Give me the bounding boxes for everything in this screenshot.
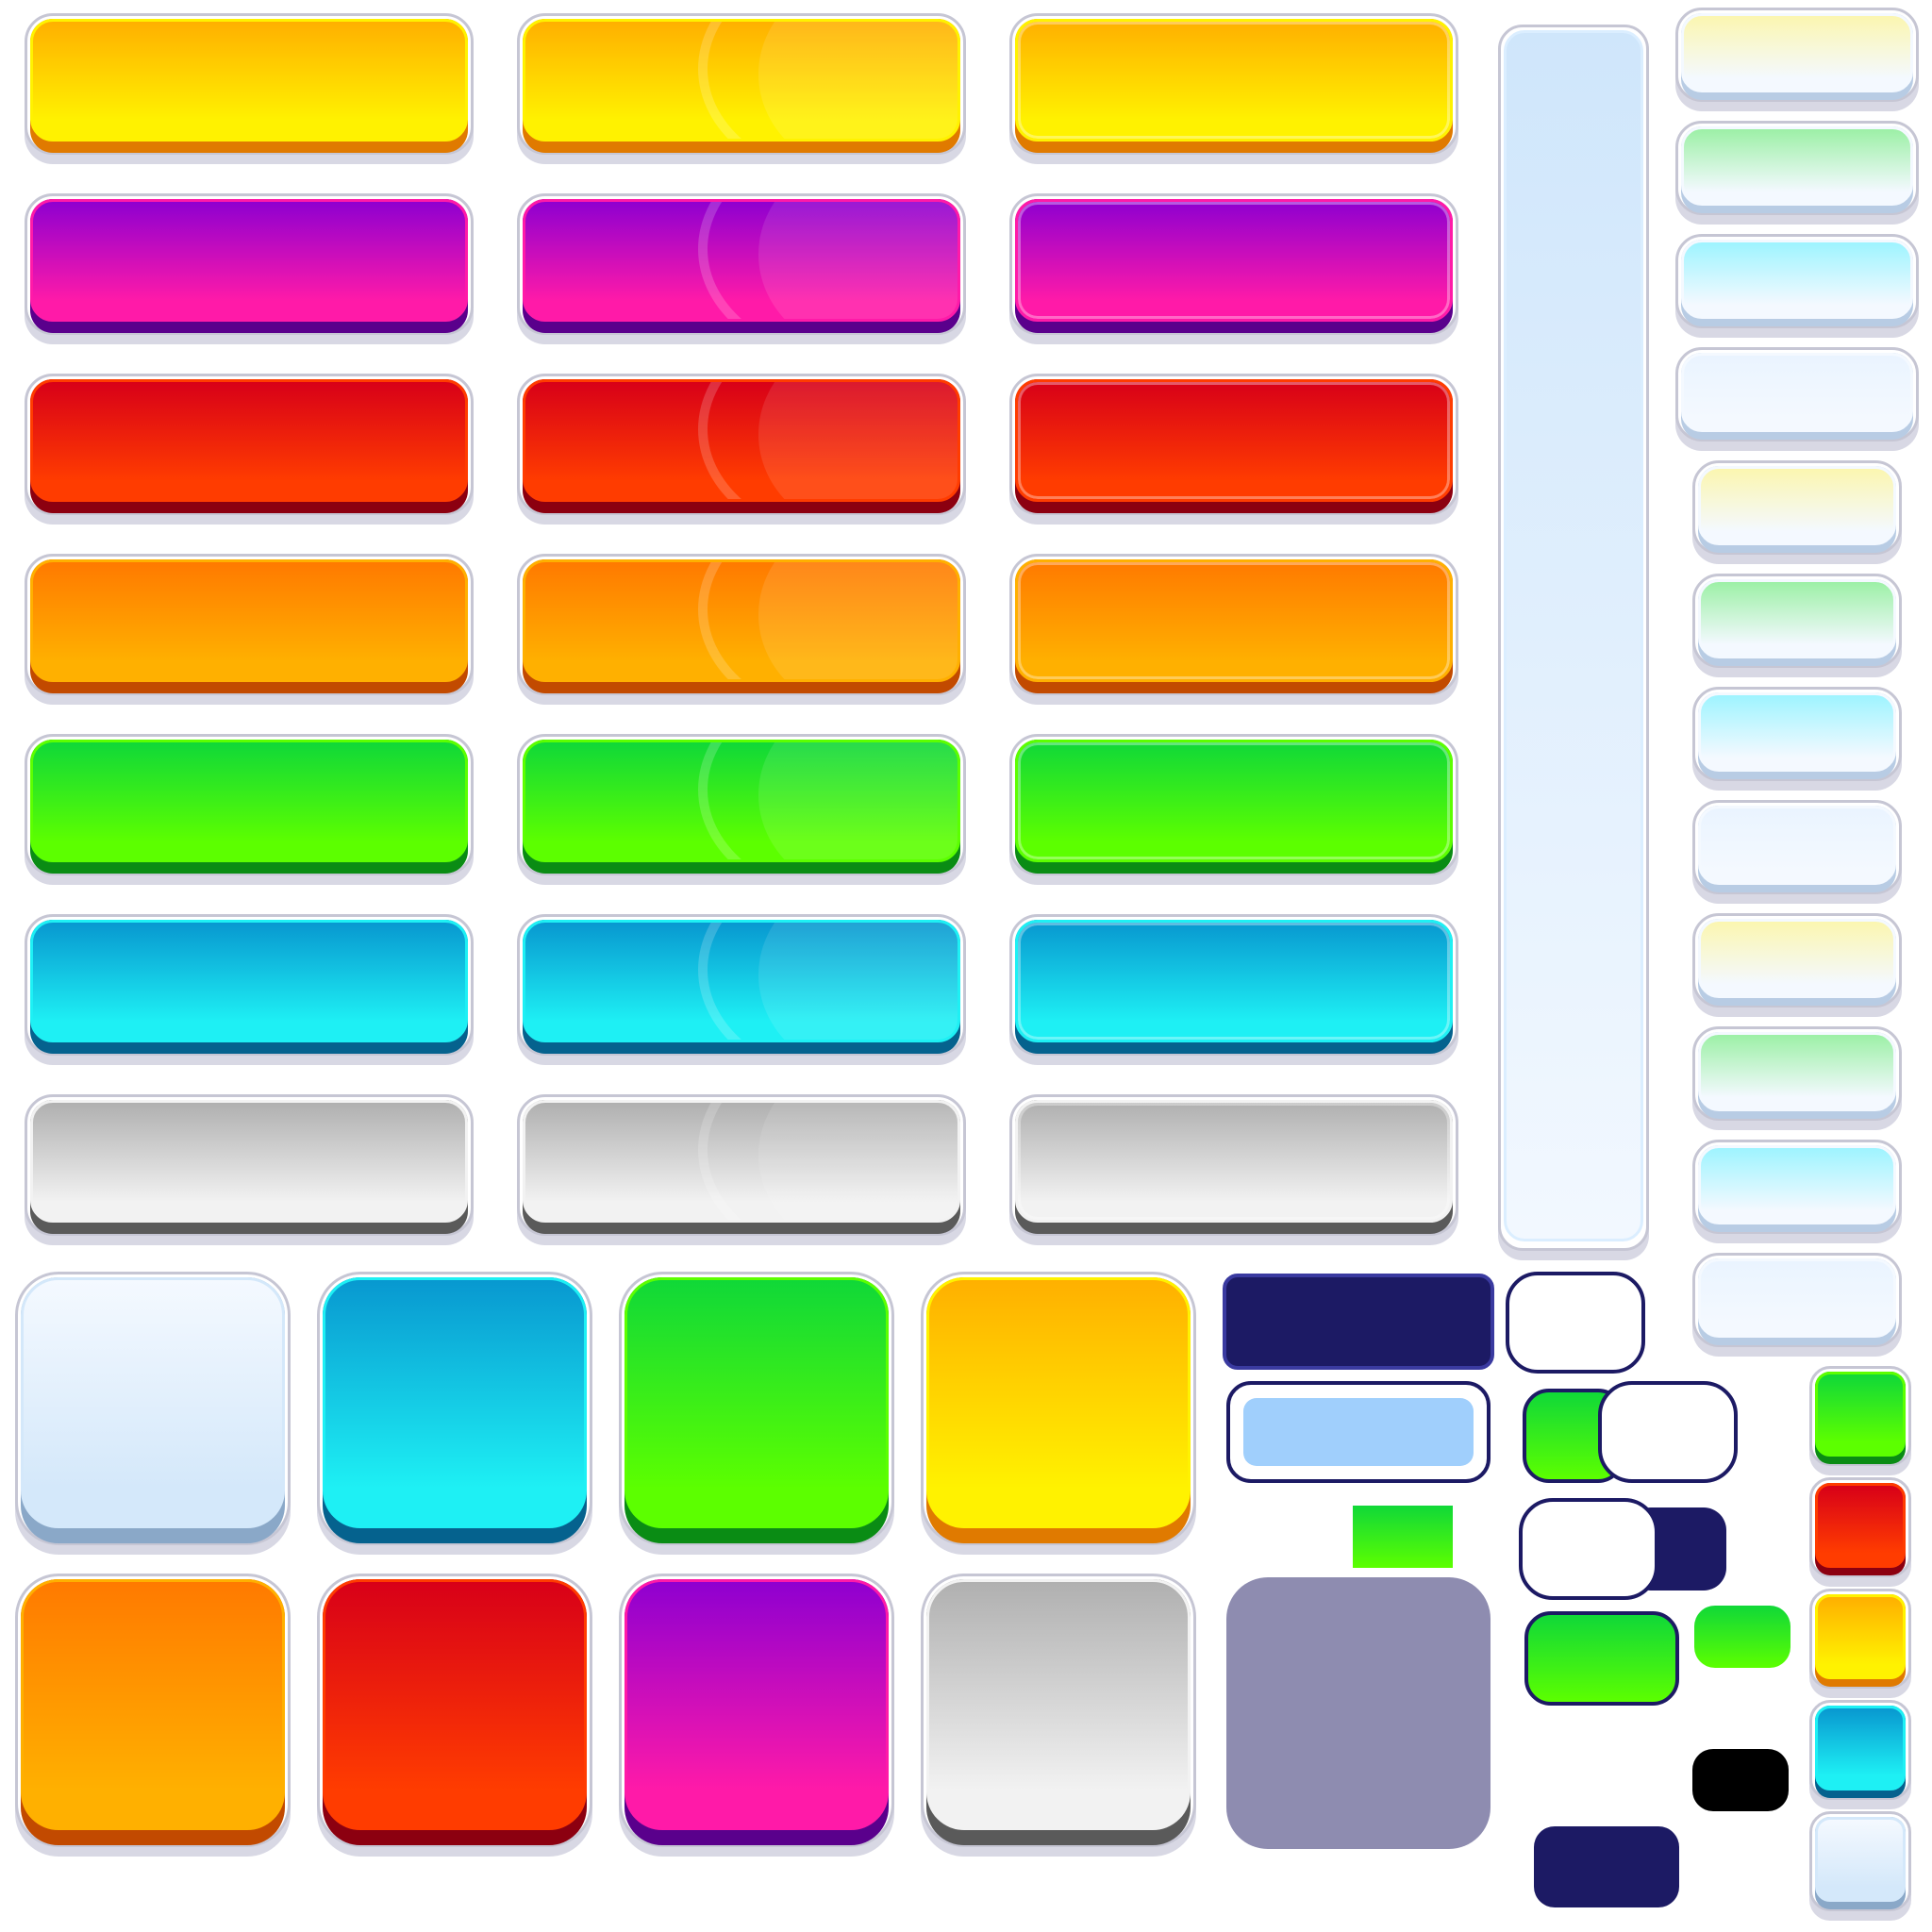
small-square-yellow[interactable]: [1809, 1589, 1911, 1689]
green-small-rect: [1353, 1506, 1453, 1568]
side-button-9[interactable]: [1692, 913, 1902, 1008]
side-button-6[interactable]: [1692, 574, 1902, 668]
light-blue-field[interactable]: [1226, 1381, 1491, 1483]
side-button-1[interactable]: [1675, 8, 1919, 102]
toggle-off-knob[interactable]: [1519, 1498, 1658, 1600]
white-pill[interactable]: [1506, 1272, 1645, 1374]
side-button-5[interactable]: [1692, 460, 1902, 555]
green-button-style-2[interactable]: [517, 734, 966, 875]
small-square-cyan[interactable]: [1809, 1700, 1911, 1800]
green-button-style-3[interactable]: [1009, 734, 1458, 875]
cyan-button-style-2[interactable]: [517, 914, 966, 1056]
square-button-orange-bottom[interactable]: [15, 1574, 291, 1847]
gray-button-style-3[interactable]: [1009, 1094, 1458, 1236]
green-small-pill[interactable]: [1694, 1606, 1790, 1668]
side-button-11[interactable]: [1692, 1140, 1902, 1234]
side-button-8[interactable]: [1692, 800, 1902, 894]
black-small-pill[interactable]: [1692, 1749, 1789, 1811]
small-square-pale[interactable]: [1809, 1811, 1911, 1911]
orange-button-style-2[interactable]: [517, 554, 966, 695]
red-button-style-3[interactable]: [1009, 374, 1458, 515]
navy-small-pill[interactable]: [1534, 1826, 1679, 1907]
side-button-4[interactable]: [1675, 347, 1919, 441]
cyan-button-style-1[interactable]: [25, 914, 474, 1056]
gray-button-style-2[interactable]: [517, 1094, 966, 1236]
red-button-style-2[interactable]: [517, 374, 966, 515]
yellow-button-style-3[interactable]: [1009, 13, 1458, 155]
square-button-red-bottom[interactable]: [317, 1574, 592, 1847]
slate-panel: [1226, 1577, 1491, 1849]
toggle-on-knob[interactable]: [1598, 1381, 1738, 1483]
side-button-2[interactable]: [1675, 121, 1919, 215]
side-button-3[interactable]: [1675, 234, 1919, 328]
side-button-12[interactable]: [1692, 1253, 1902, 1347]
orange-button-style-3[interactable]: [1009, 554, 1458, 695]
small-square-green[interactable]: [1809, 1366, 1911, 1466]
magenta-button-style-3[interactable]: [1009, 193, 1458, 335]
cyan-button-style-3[interactable]: [1009, 914, 1458, 1056]
orange-button-style-1[interactable]: [25, 554, 474, 695]
square-button-yellow-top[interactable]: [921, 1272, 1196, 1545]
side-button-10[interactable]: [1692, 1026, 1902, 1121]
square-button-pale-top[interactable]: [15, 1272, 291, 1545]
side-button-7[interactable]: [1692, 687, 1902, 781]
magenta-button-style-1[interactable]: [25, 193, 474, 335]
small-square-red[interactable]: [1809, 1477, 1911, 1577]
yellow-button-style-2[interactable]: [517, 13, 966, 155]
green-pill-button[interactable]: [1524, 1611, 1679, 1706]
tall-panel: [1498, 25, 1649, 1251]
square-button-magenta-bottom[interactable]: [619, 1574, 894, 1847]
square-button-gray-bottom[interactable]: [921, 1574, 1196, 1847]
square-button-cyan-top[interactable]: [317, 1272, 592, 1545]
green-button-style-1[interactable]: [25, 734, 474, 875]
magenta-button-style-2[interactable]: [517, 193, 966, 335]
navy-bar: [1223, 1274, 1494, 1370]
square-button-green-top[interactable]: [619, 1272, 894, 1545]
red-button-style-1[interactable]: [25, 374, 474, 515]
yellow-button-style-1[interactable]: [25, 13, 474, 155]
gray-button-style-1[interactable]: [25, 1094, 474, 1236]
